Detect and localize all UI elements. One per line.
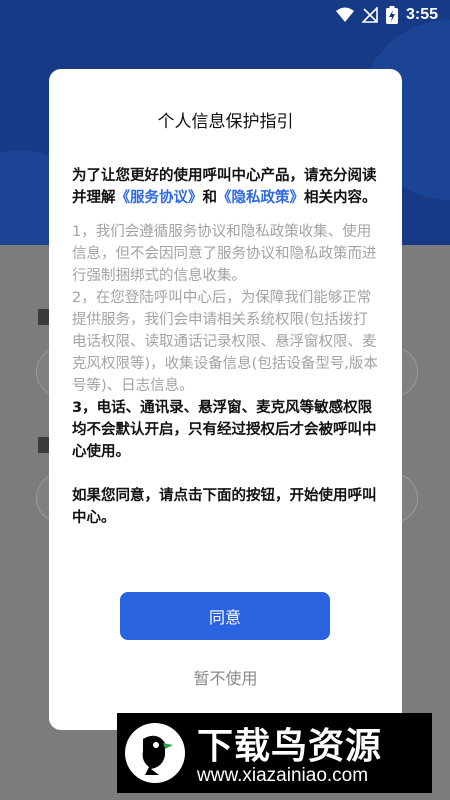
agree-button[interactable]: 同意 [120, 592, 330, 640]
privacy-policy-link[interactable]: 《隐私政策》 [217, 190, 304, 206]
decline-button[interactable]: 暂不使用 [49, 665, 402, 689]
watermark: 下载鸟资源 www.xiazainiao.com [117, 713, 432, 793]
dialog-content: 为了让您更好的使用呼叫中心产品，请充分阅读并理解《服务协议》和《隐私政策》相关内… [72, 165, 382, 529]
privacy-dialog: 个人信息保护指引 为了让您更好的使用呼叫中心产品，请充分阅读并理解《服务协议》和… [49, 69, 402, 730]
status-bar: 3:55 [0, 0, 450, 32]
intro-paragraph: 为了让您更好的使用呼叫中心产品，请充分阅读并理解《服务协议》和《隐私政策》相关内… [72, 165, 382, 209]
policy-item-3: 3，电话、通讯录、悬浮窗、麦克风等敏感权限均不会默认开启，只有经过授权后才会被呼… [72, 400, 377, 460]
closing-paragraph: 如果您同意，请点击下面的按钮，开始使用呼叫中心。 [72, 488, 377, 526]
status-icons: 3:55 [335, 6, 438, 24]
clock: 3:55 [405, 6, 438, 23]
watermark-url: www.xiazainiao.com [197, 765, 369, 786]
wifi-icon [335, 7, 354, 22]
bird-logo-icon [125, 723, 185, 783]
intro-suffix: 相关内容。 [304, 190, 377, 206]
service-agreement-link[interactable]: 《服务协议》 [116, 190, 203, 206]
policy-item-2: 2，在您登陆呼叫中心后，为保障我们能够正常提供服务，我们会申请相关系统权限(包括… [72, 290, 378, 394]
policy-item-1: 1，我们会遵循服务协议和隐私政策收集、使用信息，但不会因同意了服务协议和隐私政策… [72, 224, 377, 284]
watermark-title: 下载鸟资源 [197, 726, 383, 767]
dialog-title: 个人信息保护指引 [157, 112, 294, 132]
battery-charging-icon [385, 6, 398, 24]
intro-and: 和 [202, 190, 218, 206]
signal-off-icon [361, 7, 378, 23]
